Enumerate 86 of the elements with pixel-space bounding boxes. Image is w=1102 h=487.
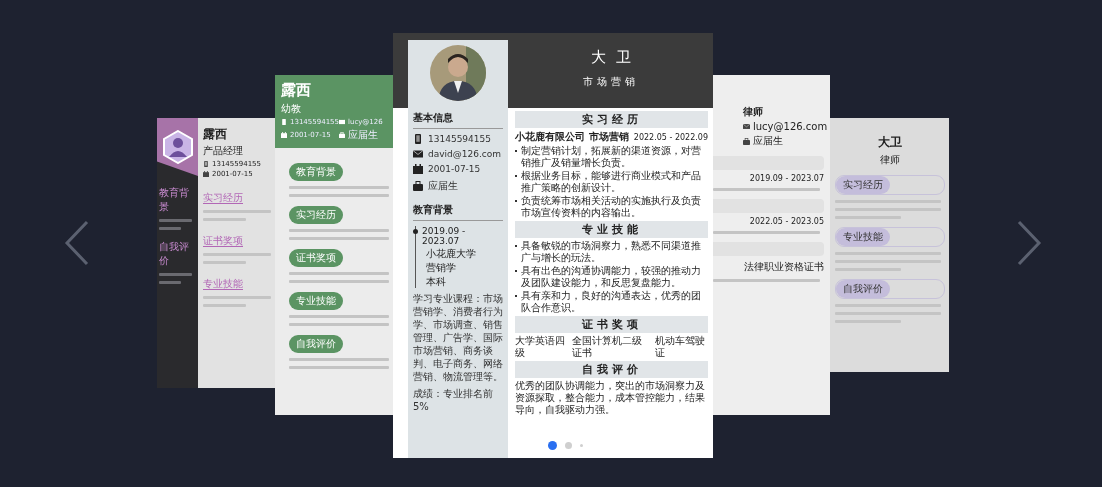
bullet-text: 根据业务目标，能够进行商业模式和产品推广策略的创新设计。 <box>521 170 702 194</box>
page-dot[interactable] <box>565 442 572 449</box>
resume-name: 大卫 <box>590 47 641 67</box>
section-title: 基本信息 <box>413 111 503 129</box>
certificate: 机动车驾驶证 <box>655 335 707 359</box>
certificate: 全国计算机二级证书 <box>571 335 643 359</box>
job-title: 律师 <box>880 153 900 167</box>
date-text: 2019.09 - 2023.07 <box>749 174 824 183</box>
section-title: 专业技能 <box>289 292 343 310</box>
section-title: 实习经历 <box>289 206 343 224</box>
calendar-icon <box>281 132 287 138</box>
company-name: 小花鹿有限公司 <box>515 130 585 144</box>
avatar <box>162 130 193 164</box>
job-role: 市场营销 <box>589 130 630 144</box>
section-title: 证书奖项 <box>203 235 243 247</box>
timeline-dot <box>413 229 418 234</box>
calendar-icon <box>203 171 209 177</box>
contact-text: 13145594155 <box>428 134 491 144</box>
resume-name: 大卫 <box>878 134 902 151</box>
calendar-icon <box>413 164 423 174</box>
education-detail: 小花鹿大学 <box>425 247 477 260</box>
section-title: 教育背景 <box>159 186 190 214</box>
previous-button[interactable] <box>64 220 90 266</box>
contact-text: 应届生 <box>428 179 458 193</box>
phone-icon <box>281 119 287 125</box>
chevron-left-icon <box>64 220 90 266</box>
section-title: 教育背景 <box>413 203 503 221</box>
section-title: 专业技能 <box>836 228 890 246</box>
section-title: 证书奖项 <box>289 249 343 267</box>
job-period: 2022.05 - 2022.09 <box>633 133 708 142</box>
avatar <box>430 45 486 101</box>
next-button[interactable] <box>1016 220 1042 266</box>
resume-preview[interactable] <box>393 33 713 458</box>
section-title: 自我评价 <box>289 335 343 353</box>
date-text: 2022.05 - 2023.05 <box>749 217 824 226</box>
bullet-text: 具有出色的沟通协调能力，较强的推动力及团队建设能力，和反思复盘能力。 <box>521 265 702 289</box>
education-detail: 营销学 <box>425 261 457 274</box>
text-line <box>159 281 182 284</box>
bullet-text: 具有亲和力，良好的沟通表达，优秀的团队合作意识。 <box>521 290 702 314</box>
text-line <box>159 273 192 276</box>
page-dot[interactable] <box>580 444 583 447</box>
grade-text: 成绩：专业排名前5% <box>413 387 494 413</box>
section-title: 专业技能 <box>581 223 642 236</box>
education-period: 2019.09 - 2023.07 <box>422 226 467 246</box>
resume-preview[interactable]: 律师 lucy@126.com 应届生 2019.09 - 2023.07 2022.05 - 2023.05 法律职业资格证书 <box>713 75 830 415</box>
contact-text: 应届生 <box>753 134 783 148</box>
contact-text: david@126.com <box>428 149 502 159</box>
contact-text: 2001-07-15 <box>428 164 481 174</box>
job-title: 市场营销 <box>582 74 639 89</box>
section-title: 证书奖项 <box>581 318 642 331</box>
education-detail: 本科 <box>425 275 447 288</box>
briefcase-icon <box>339 132 345 138</box>
phone-icon <box>413 134 423 144</box>
resume-name: 露西 <box>281 81 312 100</box>
certificate: 大学英语四级 <box>515 335 566 359</box>
mail-icon <box>743 123 750 130</box>
section-title: 自我评价 <box>159 240 190 268</box>
resume-name: 露西 <box>203 126 228 143</box>
bullet-text: 负责统筹市场相关活动的实施执行及负责市场宣传资料的内容输出。 <box>521 195 702 219</box>
text-line <box>159 219 192 222</box>
certificate: 法律职业资格证书 <box>744 260 824 274</box>
resume-preview[interactable]: 大卫 律师 实习经历 专业技能 自我评价 <box>830 118 949 372</box>
self-evaluation: 优秀的团队协调能力，突出的市场洞察力及资源探取，整合能力，成本管控能力，结果导向，自我驱动力强。 <box>515 380 706 416</box>
section-title: 自我评价 <box>836 280 890 298</box>
contact-text: lucy@126.com <box>753 121 828 132</box>
section-title: 实习经历 <box>203 192 243 204</box>
section-title: 实习经历 <box>581 113 642 126</box>
phone-icon <box>203 161 209 167</box>
briefcase-icon <box>743 137 750 145</box>
page-dot[interactable] <box>548 441 557 450</box>
job-title: 幼教 <box>281 102 302 116</box>
text-line <box>159 227 182 230</box>
job-title: 产品经理 <box>203 144 244 158</box>
bullet-text: 具备敏锐的市场洞察力，熟悉不同渠道推广与增长的玩法。 <box>521 240 702 264</box>
section-title: 教育背景 <box>289 163 343 181</box>
chevron-right-icon <box>1016 220 1042 266</box>
section-title: 专业技能 <box>203 278 243 290</box>
job-title: 律师 <box>743 105 764 119</box>
bullet-text: 制定营销计划，拓展新的渠道资源，对营销推广及销量增长负责。 <box>521 145 702 169</box>
mail-icon <box>339 119 345 125</box>
briefcase-icon <box>413 181 423 191</box>
mail-icon <box>413 149 423 159</box>
section-title: 实习经历 <box>836 176 890 194</box>
contact-text: 应届生 <box>348 128 378 142</box>
section-title: 自我评价 <box>581 363 642 376</box>
course-list: 学习专业课程：市场营销学、消费者行为学、市场调查、销售管理、广告学、国际市场营销、商务谈判、电子商务、网络营销、物流管理等。 <box>413 292 503 383</box>
